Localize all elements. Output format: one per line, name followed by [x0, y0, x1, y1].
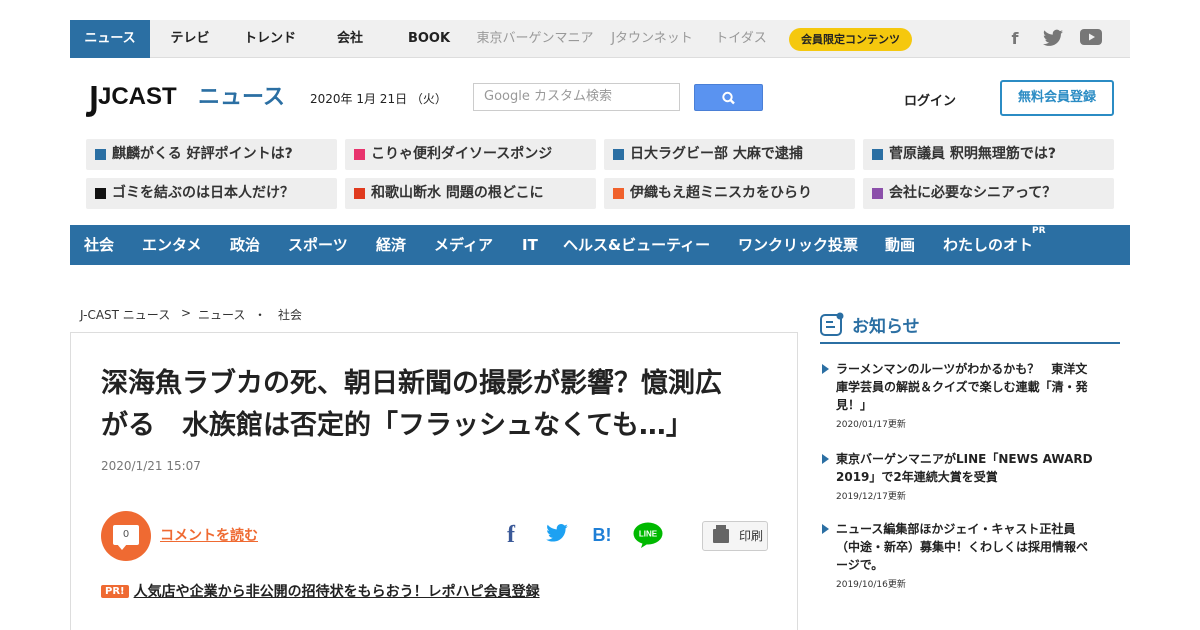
trending-item[interactable]: 和歌山断水 問題の根どこに: [345, 178, 596, 209]
breadcrumb-dot: ・: [254, 308, 267, 322]
logo-jcast-text: JCAST: [98, 83, 177, 110]
tab-trend[interactable]: トレンド: [235, 20, 305, 58]
print-button[interactable]: 印刷: [702, 521, 768, 551]
register-button[interactable]: 無料会員登録: [1000, 80, 1114, 116]
trend-marker: [354, 149, 365, 160]
trend-marker: [613, 188, 624, 199]
current-date: 2020年 1月 21日 （火）: [310, 92, 447, 106]
trend-marker: [95, 149, 106, 160]
category-society[interactable]: 社会: [84, 225, 114, 265]
breadcrumb-home[interactable]: J-CAST ニュース: [80, 306, 170, 323]
printer-icon: [713, 525, 729, 543]
notice-date: 2020/01/17更新: [836, 420, 906, 430]
category-sports[interactable]: スポーツ: [288, 225, 348, 265]
trend-marker: [95, 188, 106, 199]
category-video[interactable]: 動画: [885, 225, 915, 265]
twitter-share-icon[interactable]: [545, 523, 569, 547]
category-media[interactable]: メディア: [434, 225, 493, 265]
notice-date: 2019/12/17更新: [836, 492, 906, 502]
arrow-right-icon: [822, 454, 829, 464]
trending-item[interactable]: 日大ラグビー部 大麻で逮捕: [604, 139, 855, 170]
line-share-icon[interactable]: LINE: [633, 522, 663, 548]
trending-item[interactable]: ゴミを結ぶのは日本人だけ？: [86, 178, 337, 209]
trend-marker: [613, 149, 624, 160]
search-icon: [722, 91, 735, 105]
arrow-right-icon: [822, 524, 829, 534]
member-content-button[interactable]: 会員限定コンテンツ: [789, 28, 912, 51]
tab-toidasu[interactable]: トイダス: [711, 20, 771, 58]
category-one-click-vote[interactable]: ワンクリック投票: [738, 225, 858, 265]
article-date: 2020/1/21 15:07: [101, 459, 201, 473]
category-navigation: 社会 エンタメ 政治 スポーツ 経済 メディア IT ヘルス&ビューティー ワン…: [70, 225, 1130, 265]
notice-date: 2019/10/16更新: [836, 580, 906, 590]
youtube-icon[interactable]: [1080, 29, 1102, 49]
trending-item[interactable]: 麒麟がくる 好評ポイントは?: [86, 139, 337, 170]
notice-icon: [820, 312, 844, 336]
pr-link[interactable]: 人気店や企業から非公開の招待状をもらおう！レポハピ会員登録: [134, 584, 540, 600]
notice-item[interactable]: ラーメンマンのルーツがわかるかも？ 東洋文 庫学芸員の解説＆クイズで楽しむ連載「…: [820, 360, 1120, 430]
category-economy[interactable]: 経済: [376, 225, 406, 265]
trending-item[interactable]: こりゃ便利ダイソースポンジ: [345, 139, 596, 170]
category-entertainment[interactable]: エンタメ: [142, 225, 202, 265]
read-comments-link[interactable]: コメントを読む: [160, 525, 258, 545]
trending-item[interactable]: 会社に必要なシニアって？: [863, 178, 1114, 209]
sidebar-title: お知らせ: [852, 317, 920, 337]
svg-text:LINE: LINE: [639, 530, 658, 539]
notice-text[interactable]: ニュース編集部ほかジェイ・キャスト正社員 （中途・新卒）募集中！くわしくは採用情…: [836, 520, 1120, 574]
tab-tokyo-bargain[interactable]: 東京バーゲンマニア: [475, 20, 595, 58]
category-politics[interactable]: 政治: [230, 225, 260, 265]
trending-item[interactable]: 伊織もえ超ミニスカをひらり: [604, 178, 855, 209]
tab-company[interactable]: 会社: [320, 20, 380, 58]
logo-news-text: ニュース: [198, 85, 285, 110]
jcast-news-logo[interactable]: JCAST ニュース: [85, 80, 286, 122]
arrow-right-icon: [822, 364, 829, 374]
search-button[interactable]: [694, 84, 763, 111]
category-health-beauty[interactable]: ヘルス&ビューティー: [563, 225, 710, 265]
pr-label: PR: [1032, 226, 1046, 236]
facebook-share-icon[interactable]: f: [501, 523, 521, 547]
pr-promo[interactable]: PR! 人気店や企業から非公開の招待状をもらおう！レポハピ会員登録: [101, 581, 540, 601]
trending-item[interactable]: 菅原議員 釈明無理筋では?: [863, 139, 1114, 170]
article-title: 深海魚ラブカの死、朝日新聞の撮影が影響？憶測広 がる 水族館は否定的「フラッシュ…: [101, 368, 722, 441]
trend-marker: [872, 149, 883, 160]
article-card: 深海魚ラブカの死、朝日新聞の撮影が影響？憶測広 がる 水族館は否定的「フラッシュ…: [70, 332, 798, 630]
notice-text[interactable]: 東京バーゲンマニアがLINE「NEWS AWARD 2019」で2年連続大賞を受…: [836, 450, 1120, 486]
tab-tv[interactable]: テレビ: [160, 20, 220, 58]
notice-item[interactable]: 東京バーゲンマニアがLINE「NEWS AWARD 2019」で2年連続大賞を受…: [820, 450, 1120, 502]
category-it[interactable]: IT: [522, 225, 538, 265]
comment-count: 0: [113, 525, 139, 545]
search-input[interactable]: Google カスタム検索: [473, 83, 680, 111]
pr-tag: PR!: [101, 585, 129, 598]
facebook-icon[interactable]: f: [1004, 29, 1026, 49]
category-watashi-no-oto[interactable]: わたしのオト: [943, 225, 1033, 265]
comment-icon[interactable]: 0: [101, 511, 151, 561]
login-link[interactable]: ログイン: [904, 90, 956, 109]
top-navigation: ニュース テレビ トレンド 会社 BOOK 東京バーゲンマニア Jタウンネット …: [70, 20, 1130, 58]
notice-item[interactable]: ニュース編集部ほかジェイ・キャスト正社員 （中途・新卒）募集中！くわしくは採用情…: [820, 520, 1120, 590]
tab-book[interactable]: BOOK: [398, 20, 460, 58]
twitter-icon[interactable]: [1042, 29, 1064, 49]
breadcrumb-current[interactable]: 社会: [278, 306, 302, 323]
hatena-bookmark-icon[interactable]: B!: [589, 523, 615, 547]
breadcrumb-separator: >: [181, 306, 192, 320]
breadcrumb-news[interactable]: ニュース: [198, 306, 245, 323]
sidebar-header: お知らせ: [820, 308, 1120, 344]
trend-marker: [354, 188, 365, 199]
tab-news[interactable]: ニュース: [70, 20, 150, 58]
tab-j-town[interactable]: Jタウンネット: [607, 20, 697, 58]
trend-marker: [872, 188, 883, 199]
notice-text[interactable]: ラーメンマンのルーツがわかるかも？ 東洋文 庫学芸員の解説＆クイズで楽しむ連載「…: [836, 360, 1120, 414]
